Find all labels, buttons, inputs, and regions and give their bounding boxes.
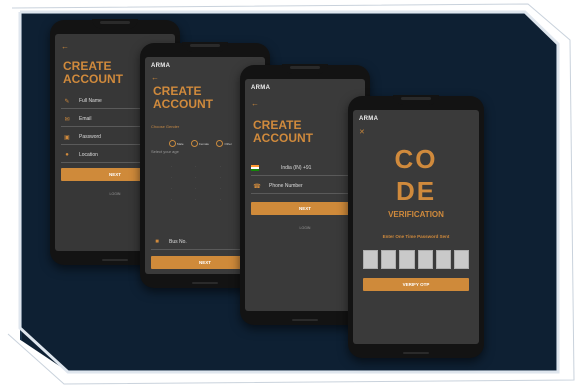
title-line-1: CREATE xyxy=(63,59,112,73)
brand-name: ARMA xyxy=(251,85,271,91)
age-option[interactable]: · xyxy=(159,176,184,180)
home-indicator xyxy=(102,259,128,261)
radio-circle-icon xyxy=(190,140,198,147)
otp-prompt: Enter One Time Password Sent xyxy=(382,234,450,239)
gender-option-label: Male xyxy=(177,141,184,146)
email-label: Email xyxy=(79,116,92,122)
edit-icon: ✎ xyxy=(64,98,70,105)
code-title-line-2: DE xyxy=(395,176,437,206)
india-flag-icon xyxy=(251,165,259,171)
verification-label: VERIFICATION xyxy=(388,210,444,219)
gender-option-male[interactable]: Male xyxy=(169,140,184,147)
otp-digit-input[interactable] xyxy=(381,250,397,269)
age-option[interactable]: · xyxy=(184,165,209,169)
otp-digit-input[interactable] xyxy=(417,250,433,269)
brand-name: ARMA xyxy=(359,116,379,122)
age-option[interactable]: · xyxy=(208,198,233,202)
verify-otp-button[interactable]: VERIFY OTP xyxy=(363,278,469,291)
page-title: CREATE ACCOUNT xyxy=(63,60,123,85)
mail-icon: ✉ xyxy=(64,116,70,123)
phone-notch xyxy=(393,95,439,105)
age-option[interactable]: · xyxy=(208,176,233,180)
radio-circle-icon xyxy=(216,140,224,147)
otp-input-group xyxy=(363,250,470,269)
age-label: Select your age xyxy=(151,149,179,154)
showcase-frame: ← CREATE ACCOUNT ✎ Full Name ✉ Email ▣ P… xyxy=(0,0,578,387)
bus-number-label: Bus No. xyxy=(169,239,187,245)
lock-icon: ▣ xyxy=(64,134,70,141)
phone-icon: ☎ xyxy=(253,183,261,190)
phone-notch xyxy=(182,42,228,52)
back-arrow-icon[interactable]: ← xyxy=(251,99,259,108)
country-code-value: India (IN) +91 xyxy=(281,165,312,171)
home-indicator xyxy=(192,282,218,284)
age-option[interactable]: · xyxy=(159,165,184,169)
home-indicator xyxy=(292,319,318,321)
age-option[interactable]: · xyxy=(159,187,184,191)
gender-option-label: Other xyxy=(224,141,232,146)
home-indicator xyxy=(403,352,429,354)
phone-screen: ARMA ✕ CO DE VERIFICATION Enter One Time… xyxy=(353,110,479,344)
back-arrow-icon[interactable]: ← xyxy=(151,73,159,82)
phone-number-field[interactable]: ☎ Phone Number xyxy=(251,179,359,194)
location-label: Location xyxy=(79,152,98,158)
phone-screen: ARMA ← CREATE ACCOUNT India (IN) +91 ☎ P… xyxy=(245,79,365,311)
title-line-1: CREATE xyxy=(153,84,202,98)
brand-name: ARMA xyxy=(151,63,171,69)
login-link[interactable]: LOGIN xyxy=(245,226,365,230)
back-arrow-icon[interactable]: ← xyxy=(61,42,69,51)
gender-option-female[interactable]: Female xyxy=(190,140,209,147)
age-option[interactable]: · xyxy=(208,165,233,169)
phone-number-placeholder: Phone Number xyxy=(269,183,303,189)
close-icon[interactable]: ✕ xyxy=(359,128,365,136)
age-option[interactable]: · xyxy=(184,187,209,191)
country-code-select[interactable]: India (IN) +91 xyxy=(251,161,359,176)
gender-option-other[interactable]: Other xyxy=(216,140,232,147)
code-title-line-1: CO xyxy=(394,144,438,174)
person-icon: ● xyxy=(65,152,69,158)
next-button[interactable]: NEXT xyxy=(251,202,359,215)
page-title: CREATE ACCOUNT xyxy=(153,85,213,110)
otp-digit-input[interactable] xyxy=(399,250,415,269)
age-option[interactable]: · xyxy=(184,176,209,180)
otp-digit-input[interactable] xyxy=(453,250,470,269)
gender-option-label: Female xyxy=(198,141,209,146)
title-line-2: ACCOUNT xyxy=(63,71,123,86)
full-name-label: Full Name xyxy=(79,98,102,104)
gender-label: Choose Gender xyxy=(151,124,180,129)
password-label: Password xyxy=(79,134,101,140)
page-title: CREATE ACCOUNT xyxy=(253,119,313,144)
title-line-1: CREATE xyxy=(253,118,302,132)
otp-digit-input[interactable] xyxy=(435,250,451,269)
title-line-2: ACCOUNT xyxy=(153,96,213,111)
otp-digit-input[interactable] xyxy=(363,250,379,269)
age-option[interactable]: · xyxy=(159,198,184,202)
phone-notch xyxy=(282,64,328,74)
phone-mockup-code-verification: ARMA ✕ CO DE VERIFICATION Enter One Time… xyxy=(348,95,484,358)
age-option[interactable]: · xyxy=(208,187,233,191)
age-option[interactable]: · xyxy=(184,198,209,202)
radio-circle-icon xyxy=(169,140,176,147)
phone-notch xyxy=(92,19,138,29)
bus-icon: ■ xyxy=(155,239,159,245)
title-line-2: ACCOUNT xyxy=(253,130,313,145)
